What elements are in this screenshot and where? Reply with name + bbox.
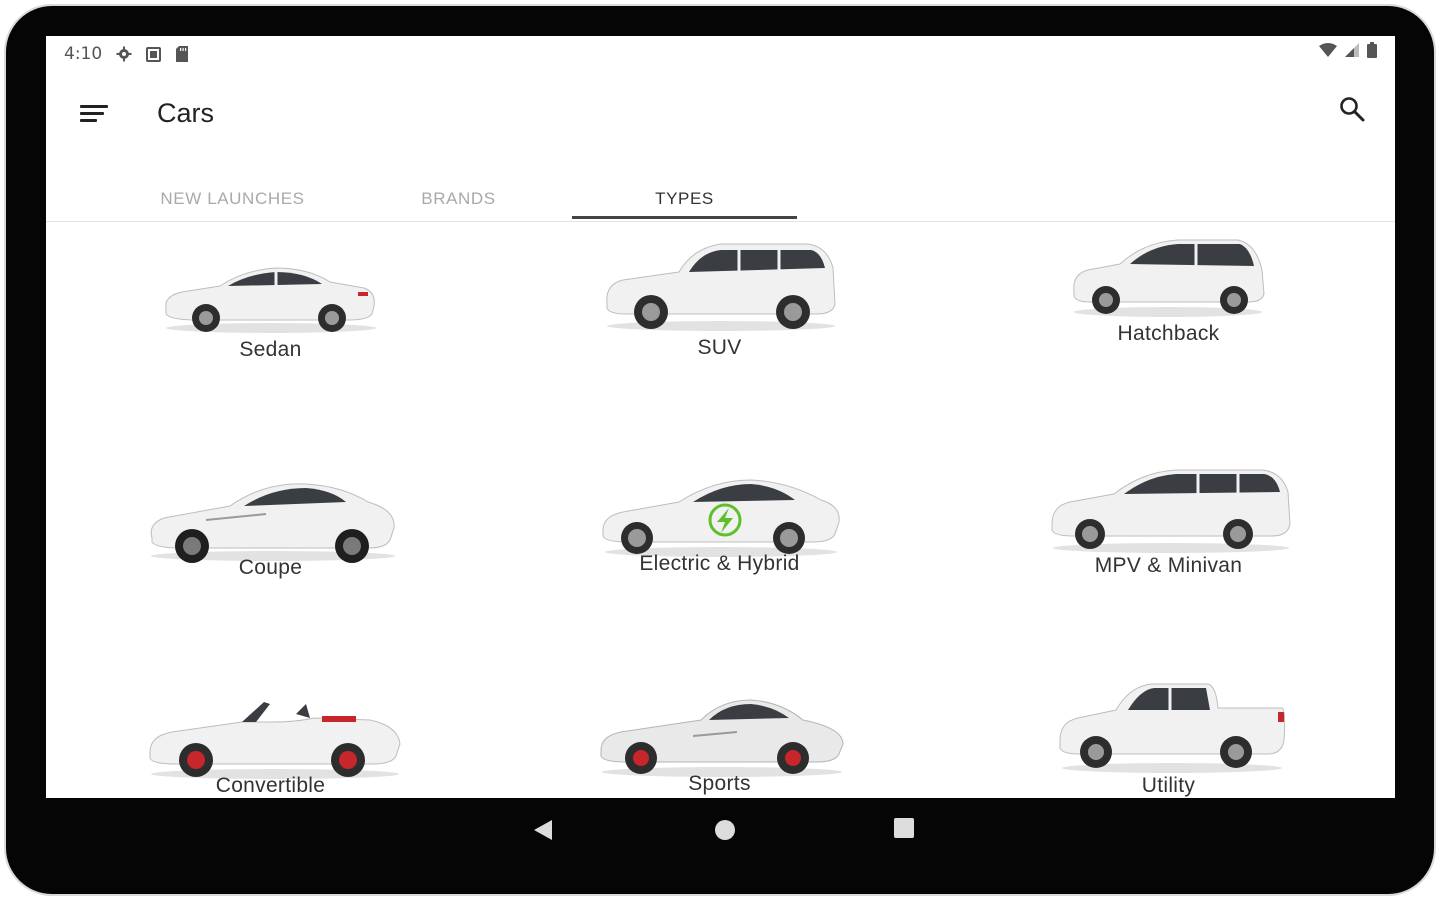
car-type-utility[interactable]: Utility	[944, 670, 1393, 798]
home-circle-icon[interactable]	[713, 818, 737, 842]
system-nav-bar	[0, 798, 1440, 858]
minivan-car-image	[1051, 469, 1291, 553]
electric-car-image	[602, 479, 840, 557]
car-type-label: MPV & Minivan	[1094, 554, 1243, 577]
car-type-sedan[interactable]: Sedan	[46, 224, 495, 442]
suv-car-image	[606, 243, 836, 331]
battery-icon	[1367, 42, 1377, 58]
car-types-grid: Sedan SUV Hatchback Coupe Electric & Hyb…	[46, 224, 1395, 798]
car-type-coupe[interactable]: Coupe	[46, 452, 495, 670]
tab-new-launches[interactable]: NEW LAUNCHES	[120, 176, 345, 221]
tab-label: TYPES	[655, 188, 714, 208]
status-time: 4:10	[64, 44, 103, 64]
convertible-car-image	[149, 702, 401, 779]
pickup-car-image	[1059, 683, 1286, 773]
sd-card-icon	[176, 46, 189, 62]
status-bar: 4:10	[46, 36, 1395, 72]
car-type-label: Sports	[688, 772, 751, 795]
gear-icon	[116, 46, 132, 62]
tab-label: BRANDS	[421, 188, 496, 208]
sedan-car-image	[165, 267, 376, 333]
menu-icon[interactable]	[80, 102, 108, 124]
car-type-label: Utility	[1141, 774, 1196, 797]
car-type-label: Electric & Hybrid	[639, 552, 800, 575]
tab-label: NEW LAUNCHES	[160, 188, 305, 208]
search-icon[interactable]	[1339, 96, 1365, 122]
car-type-label: Convertible	[215, 774, 326, 797]
signal-icon	[1345, 43, 1359, 57]
car-type-mpv-minivan[interactable]: MPV & Minivan	[944, 452, 1393, 670]
car-type-label: Hatchback	[1117, 322, 1220, 345]
car-type-label: Sedan	[239, 338, 302, 361]
sports-car-image	[600, 699, 844, 777]
car-type-electric-hybrid[interactable]: Electric & Hybrid	[495, 452, 944, 670]
tab-brands[interactable]: BRANDS	[346, 176, 571, 221]
screenshot-icon	[146, 46, 162, 62]
car-type-sports[interactable]: Sports	[495, 670, 944, 798]
car-type-convertible[interactable]: Convertible	[46, 670, 495, 798]
car-type-label: SUV	[697, 336, 742, 359]
active-tab-indicator	[572, 216, 797, 219]
back-triangle-icon[interactable]	[532, 818, 554, 842]
app-title: Cars	[157, 98, 215, 128]
hatchback-car-image	[1073, 239, 1265, 317]
wifi-icon	[1319, 43, 1337, 57]
recents-square-icon[interactable]	[893, 817, 915, 839]
tab-types[interactable]: TYPES	[572, 176, 797, 221]
device-screen: 4:10 Cars NEW LAUNCHES BRANDS TYPES Seda…	[46, 36, 1395, 798]
car-type-suv[interactable]: SUV	[495, 224, 944, 442]
car-type-hatchback[interactable]: Hatchback	[944, 224, 1393, 442]
car-type-label: Coupe	[238, 556, 303, 579]
coupe-car-image	[150, 483, 395, 563]
